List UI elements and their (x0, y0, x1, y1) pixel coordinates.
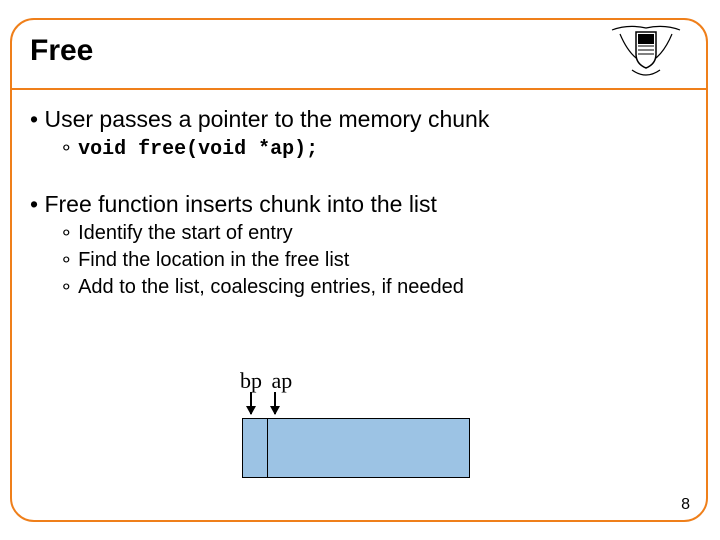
bullet-sub-2c: ∘ Add to the list, coalescing entries, i… (60, 274, 688, 299)
code-free-signature: void free(void *ap); (78, 138, 318, 161)
label-bp: bp (240, 368, 262, 394)
page-number: 8 (681, 496, 690, 514)
bullet-main-1-text: User passes a pointer to the memory chun… (44, 106, 489, 132)
chunk-header-separator (267, 419, 268, 477)
bullet-main-2-text: Free function inserts chunk into the lis… (44, 191, 436, 217)
label-ap: ap (272, 368, 293, 394)
content-area: • User passes a pointer to the memory ch… (30, 104, 688, 301)
title-divider (12, 88, 706, 90)
bullet-sub-1a: ∘ void free(void *ap); (60, 135, 688, 161)
memory-chunk (242, 418, 470, 478)
arrow-bp (250, 392, 252, 414)
bullet-sub-2a-text: Identify the start of entry (78, 222, 293, 244)
page-title: Free (30, 34, 93, 68)
bullet-sub-2b-text: Find the location in the free list (78, 249, 349, 271)
bullet-sub-2c-text: Add to the list, coalescing entries, if … (78, 276, 464, 298)
slide-frame: Free • User passes a pointer to the memo… (10, 18, 708, 522)
bullet-sub-2b: ∘ Find the location in the free list (60, 247, 688, 272)
bullet-main-2: • Free function inserts chunk into the l… (30, 191, 688, 218)
arrow-ap (274, 392, 276, 414)
bullet-sub-2a: ∘ Identify the start of entry (60, 220, 688, 245)
bullet-main-1: • User passes a pointer to the memory ch… (30, 106, 688, 133)
princeton-shield-logo (610, 24, 682, 80)
memory-chunk-diagram: bp ap (232, 368, 512, 488)
pointer-labels: bp ap (240, 368, 292, 394)
